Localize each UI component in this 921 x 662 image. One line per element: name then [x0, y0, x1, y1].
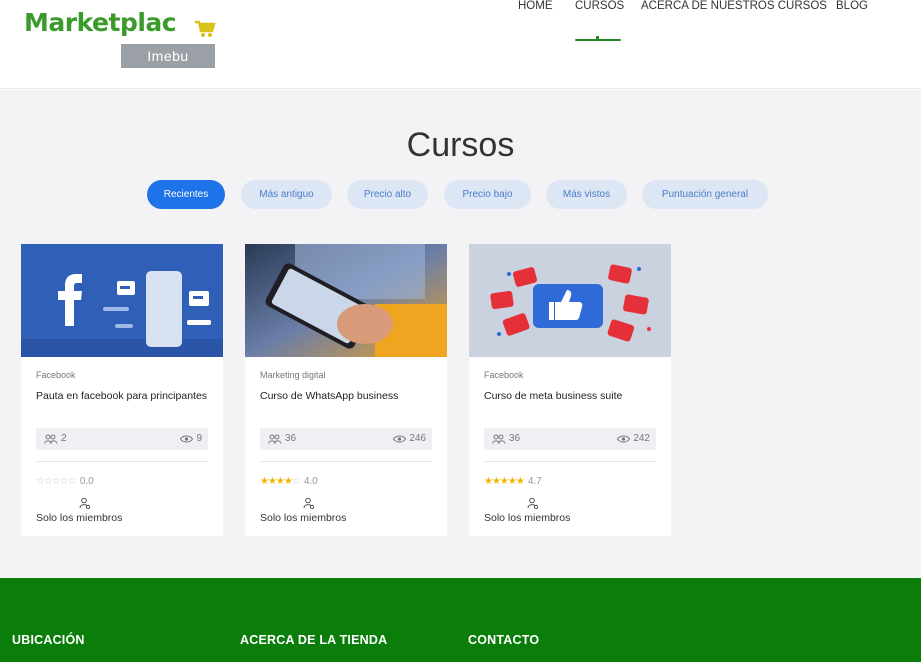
course-category: Marketing digital — [260, 370, 326, 380]
page-title: Cursos — [406, 126, 515, 164]
course-category: Facebook — [484, 370, 524, 380]
rating-value: 4.0 — [303, 476, 318, 487]
course-rating: ☆☆☆☆☆ 0.0 — [36, 476, 94, 487]
nav-cursos[interactable]: CURSOS — [575, 0, 624, 12]
members-value: 36 — [285, 433, 297, 444]
member-lock-icon — [79, 497, 91, 509]
rating-value: 0.0 — [79, 476, 94, 487]
filter-precio-alto[interactable]: Precio alto — [347, 180, 428, 209]
users-icon — [268, 434, 282, 444]
course-rating: ★★★★★ 4.7 — [484, 476, 542, 487]
filter-precio-bajo[interactable]: Precio bajo — [444, 180, 531, 209]
phone-photo — [245, 244, 447, 357]
nav-home[interactable]: HOME — [518, 0, 553, 12]
nav-acerca[interactable]: ACERCA DE NUESTROS CURSOS — [641, 0, 827, 12]
course-title[interactable]: Pauta en facebook para principantes — [36, 390, 211, 403]
course-card[interactable]: Facebook Curso de meta business suite 36… — [469, 244, 671, 536]
access-label: Solo los miembros — [36, 512, 123, 524]
rating-stars: ☆☆☆☆☆ — [36, 476, 77, 487]
course-title[interactable]: Curso de meta business suite — [484, 390, 659, 403]
members-value: 36 — [509, 433, 521, 444]
divider — [36, 461, 208, 462]
course-stats: 2 9 — [36, 428, 208, 450]
views-value: 242 — [633, 433, 650, 444]
cart-icon — [195, 20, 216, 37]
rating-stars: ★★★★★ — [484, 476, 525, 487]
eye-icon — [617, 435, 631, 442]
views-count: 242 — [617, 433, 650, 444]
views-value: 246 — [409, 433, 426, 444]
eye-icon — [180, 435, 194, 442]
members-count: 2 — [44, 433, 67, 444]
course-card[interactable]: Facebook Pauta en facebook para principa… — [21, 244, 223, 536]
course-title[interactable]: Curso de WhatsApp business — [260, 390, 435, 403]
members-count: 36 — [268, 433, 296, 444]
logo-subtitle: Imebu — [121, 44, 215, 68]
course-stats: 36 242 — [484, 428, 656, 450]
site-header: Marketplac Imebu HOME CURSOS ACERCA DE N… — [0, 0, 921, 89]
footer-ubicacion: UBICACIÓN — [12, 633, 85, 647]
eye-icon — [393, 435, 407, 442]
users-icon — [44, 434, 58, 444]
access-label: Solo los miembros — [260, 512, 347, 524]
course-rating: ★★★★☆ 4.0 — [260, 476, 318, 487]
course-category: Facebook — [36, 370, 76, 380]
filter-puntuacion[interactable]: Puntuación general — [642, 180, 768, 209]
nav-active-indicator — [575, 39, 621, 41]
rating-value: 4.7 — [527, 476, 542, 487]
member-lock-icon — [303, 497, 315, 509]
course-stats: 36 246 — [260, 428, 432, 450]
filter-mas-antiguo[interactable]: Más antiguo — [241, 180, 332, 209]
divider — [484, 461, 656, 462]
course-thumbnail[interactable] — [469, 244, 671, 357]
facebook-icon — [21, 244, 223, 357]
footer-contacto: CONTACTO — [468, 633, 540, 647]
members-value: 2 — [61, 433, 67, 444]
course-thumbnail[interactable] — [21, 244, 223, 357]
footer-acerca: ACERCA DE LA TIENDA — [240, 633, 388, 647]
members-count: 36 — [492, 433, 520, 444]
course-card[interactable]: Marketing digital Curso de WhatsApp busi… — [245, 244, 447, 536]
course-thumbnail[interactable] — [245, 244, 447, 357]
nav-active-dot — [596, 36, 599, 39]
filter-mas-vistos[interactable]: Más vistos — [546, 180, 627, 209]
rating-stars: ★★★★☆ — [260, 476, 301, 487]
divider — [260, 461, 432, 462]
views-count: 9 — [180, 433, 202, 444]
logo-text: Marketplac — [24, 8, 177, 37]
like-icon — [469, 244, 671, 357]
users-icon — [492, 434, 506, 444]
access-label: Solo los miembros — [484, 512, 571, 524]
views-value: 9 — [196, 433, 202, 444]
site-footer: UBICACIÓN ACERCA DE LA TIENDA CONTACTO — [0, 578, 921, 662]
member-lock-icon — [527, 497, 539, 509]
views-count: 246 — [393, 433, 426, 444]
main-content: Cursos Recientes Más antiguo Precio alto… — [0, 90, 921, 578]
filter-recientes[interactable]: Recientes — [147, 180, 225, 209]
nav-blog[interactable]: BLOG — [836, 0, 868, 12]
logo[interactable]: Marketplac Imebu — [24, 8, 216, 68]
